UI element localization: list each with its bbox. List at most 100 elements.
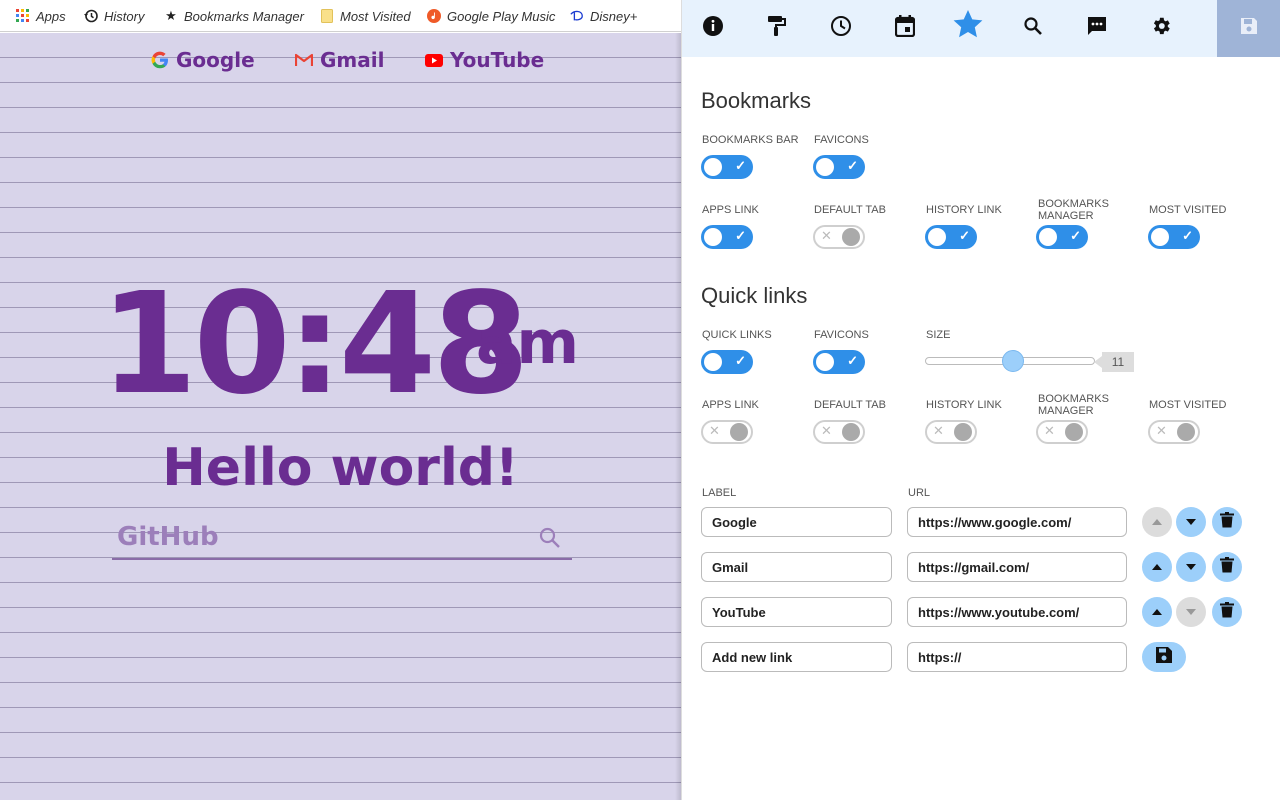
link-label-input[interactable]: YouTube — [701, 597, 892, 627]
label-ql-apps-link: APPS LINK — [702, 399, 759, 411]
gear-icon — [1150, 15, 1172, 42]
section-title-quick-links: Quick links — [701, 283, 808, 308]
toggle-ql-apps-link[interactable]: ✕ — [701, 420, 753, 444]
label-bm-most-visited: MOST VISITED — [1149, 204, 1227, 216]
bookmark-most-visited[interactable]: Most Visited — [320, 0, 411, 32]
label-quick-links: QUICK LINKS — [702, 329, 772, 341]
search-icon — [1023, 16, 1043, 41]
size-slider[interactable] — [925, 350, 1095, 372]
move-down-button[interactable] — [1176, 552, 1206, 582]
link-label-input[interactable]: Gmail — [701, 552, 892, 582]
arrow-up-icon — [1151, 603, 1163, 621]
star-icon — [952, 8, 984, 45]
message-icon — [1086, 15, 1108, 42]
save-icon — [1239, 16, 1259, 41]
search-icon[interactable] — [538, 526, 562, 550]
move-up-button[interactable] — [1142, 507, 1172, 537]
bookmark-google-play-music[interactable]: Google Play Music — [427, 0, 555, 32]
toggle-bm-most-visited[interactable]: ✓ — [1148, 225, 1200, 249]
label-ql-favicons: FAVICONS — [814, 329, 869, 341]
size-value: 11 — [1094, 352, 1134, 372]
tab-info[interactable] — [695, 12, 731, 44]
bookmark-history[interactable]: History — [84, 0, 144, 32]
toggle-ql-most-visited[interactable]: ✕ — [1148, 420, 1200, 444]
folder-icon — [320, 9, 334, 23]
tab-bookmarks[interactable] — [950, 8, 986, 45]
tab-messages[interactable] — [1079, 12, 1115, 44]
new-link-label-input[interactable]: Add new link — [701, 642, 892, 672]
google-icon — [150, 50, 170, 70]
delete-link-button[interactable] — [1212, 552, 1242, 582]
search-bar[interactable]: GitHub — [112, 518, 572, 560]
quick-link-google[interactable]: Google — [150, 48, 255, 72]
move-up-button[interactable] — [1142, 552, 1172, 582]
link-url-input[interactable]: https://www.google.com/ — [907, 507, 1127, 537]
arrow-up-icon — [1151, 558, 1163, 576]
tab-calendar[interactable] — [887, 12, 923, 44]
label-bm-bookmarks-manager: BOOKMARKS MANAGER — [1038, 198, 1109, 222]
tab-appearance[interactable] — [759, 12, 795, 44]
tab-search[interactable] — [1015, 12, 1051, 44]
move-down-button[interactable] — [1176, 597, 1206, 627]
toggle-quick-links[interactable]: ✓ — [701, 350, 753, 374]
label-ql-default-tab: DEFAULT TAB — [814, 399, 886, 411]
tab-settings[interactable] — [1143, 12, 1179, 44]
quick-link-gmail[interactable]: Gmail — [294, 48, 384, 72]
toggle-ql-favicons[interactable]: ✓ — [813, 350, 865, 374]
move-up-button[interactable] — [1142, 597, 1172, 627]
delete-link-button[interactable] — [1212, 597, 1242, 627]
paint-roller-icon — [767, 15, 787, 42]
toggle-bm-apps-link[interactable]: ✓ — [701, 225, 753, 249]
move-down-button[interactable] — [1176, 507, 1206, 537]
bookmarks-bar: Apps History ★ Bookmarks Manager Most Vi… — [0, 0, 681, 32]
clock: 10:48 am — [100, 263, 579, 426]
bookmark-bookmarks-manager[interactable]: ★ Bookmarks Manager — [164, 0, 304, 32]
label-ql-bookmarks-manager: BOOKMARKS MANAGER — [1038, 393, 1109, 417]
trash-icon — [1220, 601, 1234, 623]
gmail-icon — [294, 50, 314, 70]
history-icon — [84, 9, 98, 23]
delete-link-button[interactable] — [1212, 507, 1242, 537]
link-label-input[interactable]: Google — [701, 507, 892, 537]
quick-link-youtube[interactable]: YouTube — [424, 48, 544, 72]
link-url-input[interactable]: https://www.youtube.com/ — [907, 597, 1127, 627]
save-settings-button[interactable] — [1217, 0, 1280, 57]
apps-grid-icon — [16, 9, 30, 23]
play-music-icon — [427, 9, 441, 23]
toggle-ql-default-tab[interactable]: ✕ — [813, 420, 865, 444]
arrow-down-icon — [1185, 603, 1197, 621]
section-title-bookmarks: Bookmarks — [701, 88, 812, 113]
toggle-bm-bookmarks-manager[interactable]: ✓ — [1036, 225, 1088, 249]
toggle-bookmarks-bar[interactable]: ✓ — [701, 155, 753, 179]
trash-icon — [1220, 556, 1234, 578]
toggle-ql-history-link[interactable]: ✕ — [925, 420, 977, 444]
calendar-icon — [894, 14, 916, 42]
toggle-ql-bookmarks-manager[interactable]: ✕ — [1036, 420, 1088, 444]
greeting-text: Hello world! — [162, 438, 519, 498]
column-url-header: URL — [908, 487, 931, 499]
info-icon — [702, 15, 724, 42]
toggle-bm-default-tab[interactable]: ✕ — [813, 225, 865, 249]
label-bm-history-link: HISTORY LINK — [926, 204, 1002, 216]
slider-thumb[interactable] — [1002, 350, 1025, 372]
link-url-input[interactable]: https://gmail.com/ — [907, 552, 1127, 582]
toggle-bookmarks-favicons[interactable]: ✓ — [813, 155, 865, 179]
clock-time: 10:48 — [100, 263, 530, 426]
new-link-url-input[interactable]: https:// — [907, 642, 1127, 672]
newtab-preview: Apps History ★ Bookmarks Manager Most Vi… — [0, 0, 681, 800]
trash-icon — [1220, 511, 1234, 533]
clock-ampm: am — [476, 308, 580, 378]
save-icon — [1155, 646, 1173, 669]
label-size: SIZE — [926, 329, 951, 341]
bookmark-apps[interactable]: Apps — [16, 0, 66, 32]
column-label-header: LABEL — [702, 487, 737, 499]
tab-clock[interactable] — [823, 12, 859, 44]
bookmark-disney-plus[interactable]: Disney+ — [570, 0, 637, 32]
search-input[interactable]: GitHub — [117, 522, 219, 552]
toggle-bm-history-link[interactable]: ✓ — [925, 225, 977, 249]
label-bm-apps-link: APPS LINK — [702, 204, 759, 216]
label-bookmarks-favicons: FAVICONS — [814, 134, 869, 146]
add-link-button[interactable] — [1142, 642, 1186, 672]
label-ql-history-link: HISTORY LINK — [926, 399, 1002, 411]
label-bookmarks-bar: BOOKMARKS BAR — [702, 134, 799, 146]
